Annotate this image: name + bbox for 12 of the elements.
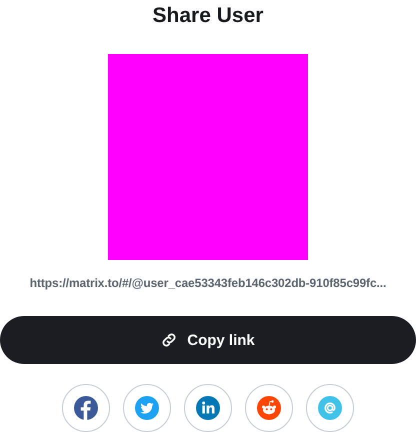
share-button[interactable] <box>123 384 171 432</box>
link-icon <box>161 332 178 348</box>
share-button[interactable] <box>245 384 293 432</box>
share-button[interactable] <box>184 384 232 432</box>
bird-icon <box>135 396 159 420</box>
facebook-icon <box>74 396 98 420</box>
share-button[interactable] <box>62 384 110 432</box>
linkedin-icon <box>196 396 220 420</box>
alien-icon <box>257 396 281 420</box>
at-sign-icon <box>318 396 342 420</box>
dialog-title: Share User <box>152 4 264 28</box>
copy-link-button[interactable]: Copy link <box>0 316 416 364</box>
